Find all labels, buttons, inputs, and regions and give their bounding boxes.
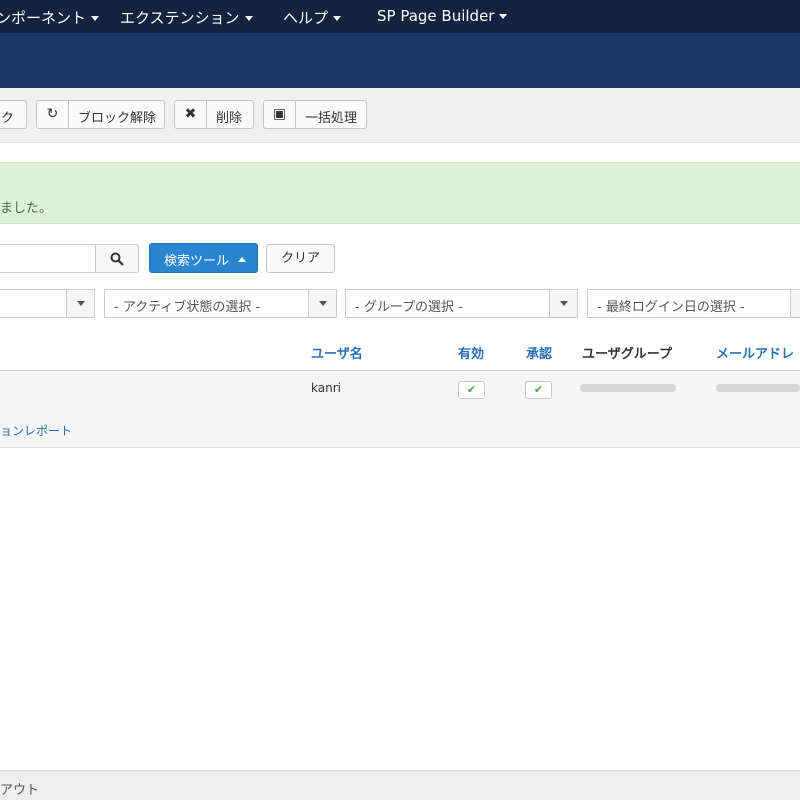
success-message: ました。 [0, 162, 800, 224]
unblock-button-label: ブロック解除 [78, 111, 157, 126]
action-report-link[interactable]: ョンレポート [0, 422, 72, 439]
nav-help-label: ヘルプ [283, 9, 329, 27]
activated-toggle[interactable]: ✔ [525, 381, 552, 399]
filter-group-value: - グループの選択 - [355, 300, 463, 315]
chevron-down-icon [549, 290, 577, 317]
filter-lastvisit-select[interactable]: - 最終ログイン日の選択 - [587, 289, 800, 318]
email-blurred [716, 384, 800, 392]
block-button[interactable]: ク [0, 100, 27, 129]
filter-active-value: - アクティブ状態の選択 - [114, 300, 261, 315]
username-cell: kanri [311, 381, 341, 395]
delete-button-label: 削除 [216, 111, 243, 126]
nav-help[interactable]: ヘルプ [283, 7, 342, 28]
chevron-down-icon [308, 290, 336, 317]
column-header-username[interactable]: ユーザ名 [311, 343, 363, 362]
nav-components[interactable]: ンポーネント [0, 7, 100, 28]
unblock-button[interactable]: ↻ ブロック解除 [36, 100, 165, 129]
filter-state-select[interactable] [0, 289, 95, 318]
column-header-usergroups: ユーザグループ [582, 347, 672, 362]
nav-components-label: ンポーネント [0, 9, 87, 27]
search-input[interactable] [0, 244, 96, 273]
batch-button[interactable]: ▣ 一括処理 [263, 100, 367, 129]
enabled-toggle[interactable]: ✔ [458, 381, 485, 399]
search-tools-button[interactable]: 検索ツール [149, 243, 258, 273]
logout-link[interactable]: アウト [0, 779, 39, 798]
filter-active-select[interactable]: - アクティブ状態の選択 - [104, 289, 337, 318]
clear-button[interactable]: クリア [266, 244, 335, 273]
status-footer: アウト [0, 770, 800, 800]
nav-extensions-label: エクステンション [120, 9, 240, 27]
block-button-label: ク [1, 111, 15, 126]
table-row [0, 370, 800, 448]
column-header-enabled[interactable]: 有効 [458, 343, 484, 362]
filter-group-select[interactable]: - グループの選択 - [345, 289, 578, 318]
column-header-email[interactable]: メールアドレ [716, 343, 794, 362]
nav-sp-page-builder[interactable]: SP Page Builder [377, 7, 508, 25]
chevron-down-icon [333, 16, 342, 21]
top-nav: ンポーネント エクステンション ヘルプ SP Page Builder [0, 0, 800, 33]
chevron-down-icon [91, 16, 100, 21]
page-header [0, 33, 800, 88]
chevron-down-icon [790, 290, 800, 317]
toolbar: ク ↻ ブロック解除 ✖ 削除 ▣ 一括処理 [0, 88, 800, 143]
checkbox-icon: ▣ [264, 101, 296, 128]
chevron-down-icon [66, 290, 94, 317]
delete-button[interactable]: ✖ 削除 [174, 100, 254, 129]
nav-extensions[interactable]: エクステンション [120, 7, 253, 28]
search-button[interactable] [95, 244, 139, 273]
batch-button-label: 一括処理 [305, 111, 358, 126]
check-icon: ✔ [466, 383, 477, 396]
success-message-text: ました。 [0, 201, 53, 216]
chevron-up-icon [238, 257, 246, 262]
search-icon [110, 252, 124, 266]
search-tools-label: 検索ツール [164, 254, 230, 269]
unblock-icon: ↻ [37, 101, 69, 128]
chevron-down-icon [499, 14, 508, 19]
filter-lastvisit-value: - 最終ログイン日の選択 - [597, 300, 745, 315]
column-header-activated[interactable]: 承認 [526, 343, 552, 362]
nav-sp-page-builder-label: SP Page Builder [377, 7, 495, 25]
close-icon: ✖ [175, 101, 207, 128]
chevron-down-icon [244, 16, 253, 21]
usergroup-blurred [580, 384, 676, 392]
check-icon: ✔ [533, 383, 544, 396]
